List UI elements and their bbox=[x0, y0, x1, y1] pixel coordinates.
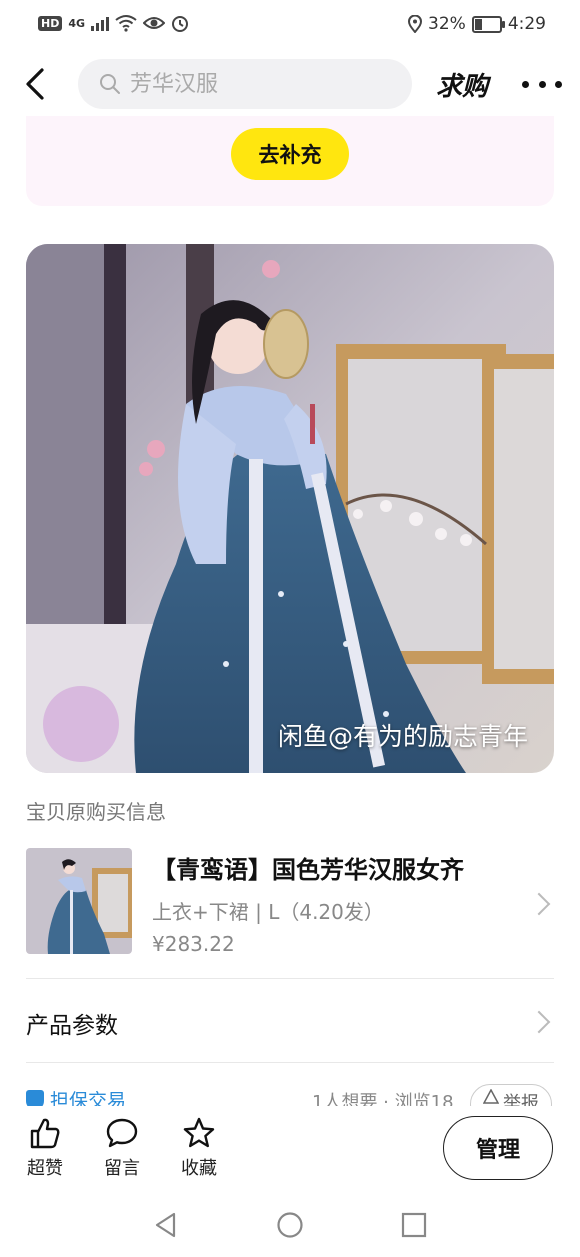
more-icon[interactable] bbox=[522, 66, 562, 102]
battery-percent: 32% bbox=[428, 14, 466, 34]
guarantee-link[interactable]: 担保交易 bbox=[26, 1086, 126, 1106]
hd-badge: HD bbox=[38, 15, 63, 31]
nav-back-icon[interactable] bbox=[152, 1210, 180, 1240]
product-title: 【青鸾语】国色芳华汉服女齐 bbox=[152, 856, 464, 884]
supplement-button[interactable]: 去补充 bbox=[231, 128, 349, 180]
eye-icon bbox=[143, 17, 166, 29]
comment-button[interactable]: 留言 bbox=[92, 1116, 152, 1180]
divider bbox=[26, 978, 554, 979]
status-right: 32% 4:29 bbox=[408, 14, 546, 34]
system-nav-bar bbox=[0, 1196, 580, 1257]
chevron-right-icon bbox=[527, 1010, 551, 1034]
nav-home-icon[interactable] bbox=[276, 1210, 304, 1240]
nav-recents-icon[interactable] bbox=[400, 1210, 428, 1240]
chevron-right-icon bbox=[527, 892, 551, 916]
top-nav: 求购 bbox=[0, 52, 580, 116]
network-type: 4G bbox=[68, 16, 86, 30]
original-product-row[interactable]: 【青鸾语】国色芳华汉服女齐 上衣+下裙 | L（4.20发） ¥283.22 bbox=[26, 848, 554, 956]
signal-icon bbox=[91, 15, 110, 31]
product-main-image[interactable]: 闲鱼@有为的励志青年 bbox=[26, 244, 554, 773]
warning-icon bbox=[483, 1089, 499, 1104]
battery-icon bbox=[471, 15, 505, 33]
comment-icon bbox=[106, 1118, 138, 1148]
want-to-buy-button[interactable]: 求购 bbox=[436, 66, 488, 103]
guarantee-label: 担保交易 bbox=[50, 1090, 127, 1106]
status-left: HD 4G bbox=[38, 14, 189, 32]
product-photo bbox=[26, 244, 554, 773]
search-input[interactable] bbox=[128, 70, 392, 98]
search-icon bbox=[100, 74, 120, 94]
favorite-label: 收藏 bbox=[181, 1158, 217, 1179]
params-label: 产品参数 bbox=[26, 1013, 118, 1039]
wifi-icon bbox=[115, 15, 137, 32]
favorite-button[interactable]: 收藏 bbox=[169, 1116, 229, 1180]
divider bbox=[26, 1062, 554, 1063]
back-button[interactable] bbox=[20, 64, 56, 104]
product-price: ¥283.22 bbox=[152, 932, 235, 956]
image-watermark: 闲鱼@有为的励志青年 bbox=[277, 722, 528, 751]
thumbs-up-icon bbox=[30, 1118, 60, 1149]
comment-label: 留言 bbox=[104, 1158, 140, 1179]
clock: 4:29 bbox=[507, 14, 546, 34]
shield-icon bbox=[26, 1089, 44, 1106]
product-variant: 上衣+下裙 | L（4.20发） bbox=[152, 900, 384, 924]
report-label: 举报 bbox=[503, 1093, 539, 1106]
product-thumbnail bbox=[26, 848, 132, 954]
manage-button[interactable]: 管理 bbox=[443, 1116, 553, 1180]
supplement-card: 去补充 bbox=[26, 116, 554, 206]
location-icon bbox=[408, 15, 423, 33]
alarm-icon bbox=[172, 16, 189, 32]
star-icon bbox=[183, 1117, 215, 1148]
back-arrow-icon bbox=[26, 68, 44, 100]
like-button[interactable]: 超赞 bbox=[15, 1116, 75, 1180]
report-button[interactable]: 举报 bbox=[470, 1084, 552, 1106]
bottom-action-bar: 超赞 留言 收藏 管理 bbox=[0, 1106, 580, 1196]
section-title-original-purchase: 宝贝原购买信息 bbox=[26, 800, 166, 824]
product-params-row[interactable]: 产品参数 bbox=[26, 980, 554, 1062]
view-stats: 1人想要 · 浏览18 bbox=[312, 1092, 454, 1106]
status-bar: HD 4G 32% 4:29 bbox=[0, 0, 580, 48]
search-bar[interactable] bbox=[78, 59, 412, 109]
info-strip: 担保交易 1人想要 · 浏览18 举报 bbox=[26, 1082, 554, 1106]
like-label: 超赞 bbox=[27, 1158, 63, 1179]
